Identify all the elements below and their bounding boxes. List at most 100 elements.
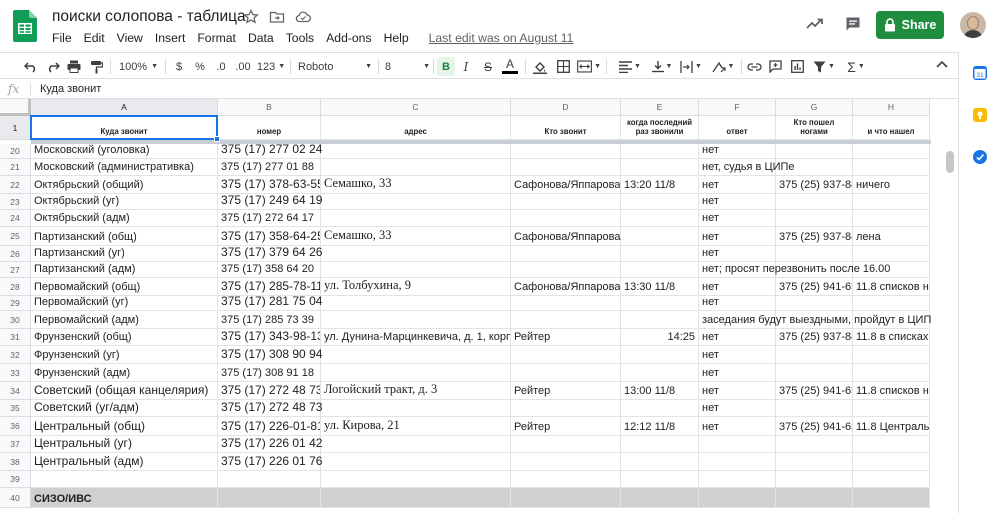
row-header[interactable]: 1	[0, 116, 31, 140]
row-header[interactable]: 37	[0, 436, 31, 453]
last-edit-link[interactable]: Last edit was on August 11	[429, 31, 574, 45]
table-cell[interactable]: ул. Дунина-Марцинкевича, д. 1, корп. 2	[321, 329, 511, 346]
table-cell[interactable]	[621, 364, 699, 382]
table-cell[interactable]: Партизанский (адм)	[31, 262, 218, 278]
table-cell[interactable]: 375 (25) 937-84-82	[776, 227, 853, 246]
table-cell[interactable]: Октябрьский (уг)	[31, 194, 218, 210]
formula-input[interactable]: Куда звонит	[40, 83, 101, 95]
table-cell[interactable]	[321, 436, 511, 453]
table-cell[interactable]	[699, 453, 776, 471]
table-cell[interactable]	[511, 262, 621, 278]
table-cell[interactable]: ничего	[853, 176, 930, 194]
menu-file[interactable]: File	[52, 31, 78, 45]
table-cell[interactable]	[776, 194, 853, 210]
row-header[interactable]: 31	[0, 329, 31, 346]
table-cell[interactable]	[621, 488, 699, 508]
table-cell[interactable]: Фрунзенский (адм)	[31, 364, 218, 382]
table-cell[interactable]: нет	[699, 144, 776, 159]
table-cell[interactable]	[511, 488, 621, 508]
percent-format-button[interactable]: %	[193, 57, 207, 76]
horizontal-align-icon[interactable]: ▼	[617, 57, 643, 76]
table-cell[interactable]: нет	[699, 176, 776, 194]
table-cell[interactable]: Семашко, 33	[321, 176, 511, 194]
table-cell[interactable]: нет, судья в ЦИПе	[699, 159, 795, 176]
select-all-corner[interactable]	[0, 99, 31, 116]
table-cell[interactable]	[699, 436, 776, 453]
row-header[interactable]: 34	[0, 382, 31, 400]
row-header[interactable]: 21	[0, 159, 31, 176]
table-cell[interactable]	[621, 210, 699, 227]
table-cell[interactable]: нет; просят перезвонить после 16.00	[699, 262, 890, 278]
header-cell[interactable]: и что нашел	[853, 116, 930, 140]
section-heading[interactable]: СИЗО/ИВС	[31, 488, 218, 508]
table-cell[interactable]	[853, 488, 930, 508]
header-cell[interactable]: Куда звонит	[31, 116, 218, 140]
table-cell[interactable]: 375 (25) 937-84-	[776, 329, 853, 346]
table-cell[interactable]: нет	[699, 400, 776, 417]
currency-format-button[interactable]: $	[172, 57, 186, 76]
table-cell[interactable]: Центральный (адм)	[31, 453, 218, 471]
table-cell[interactable]: Московский (уголовка)	[31, 144, 218, 159]
insert-link-icon[interactable]	[746, 57, 762, 76]
text-color-button[interactable]: A	[502, 57, 518, 74]
table-cell[interactable]	[511, 210, 621, 227]
menu-data[interactable]: Data	[248, 31, 280, 45]
table-cell[interactable]: Фрунзенский (уг)	[31, 346, 218, 364]
column-header-d[interactable]: D	[511, 99, 621, 116]
row-header[interactable]: 22	[0, 176, 31, 194]
table-cell[interactable]	[853, 364, 930, 382]
table-cell[interactable]: 375 (17) 285 73 39	[218, 311, 321, 329]
table-cell[interactable]	[321, 453, 511, 471]
table-cell[interactable]	[621, 346, 699, 364]
table-cell[interactable]: Советский (общая канцелярия)	[31, 382, 218, 400]
table-cell[interactable]: Рейтер	[511, 417, 621, 436]
table-cell[interactable]: Октябрьский (общий)	[31, 176, 218, 194]
table-cell[interactable]	[321, 346, 511, 364]
table-cell[interactable]	[511, 194, 621, 210]
header-cell[interactable]: номер	[218, 116, 321, 140]
table-cell[interactable]	[853, 159, 930, 176]
table-cell[interactable]	[621, 311, 699, 329]
share-button[interactable]: Share	[876, 11, 944, 39]
insert-chart-icon[interactable]	[789, 57, 805, 76]
row-header[interactable]: 27	[0, 262, 31, 278]
table-cell[interactable]	[621, 194, 699, 210]
table-cell[interactable]	[321, 210, 511, 227]
table-cell[interactable]	[321, 262, 511, 278]
table-cell[interactable]	[321, 159, 511, 176]
table-cell[interactable]: 375 (17) 226-01-81	[218, 417, 321, 436]
table-cell[interactable]: 14:25	[621, 329, 699, 346]
row-header[interactable]: 39	[0, 471, 31, 488]
table-cell[interactable]: нет	[699, 194, 776, 210]
table-cell[interactable]: нет	[699, 296, 776, 311]
table-cell[interactable]: нет	[699, 382, 776, 400]
table-cell[interactable]	[31, 471, 218, 488]
table-cell[interactable]	[321, 246, 511, 262]
table-cell[interactable]	[621, 246, 699, 262]
table-cell[interactable]	[853, 400, 930, 417]
table-cell[interactable]: 375 (25) 941-65-	[776, 382, 853, 400]
text-wrap-icon[interactable]: ▼	[679, 57, 703, 76]
table-cell[interactable]: 375 (17) 277 01 88	[218, 159, 321, 176]
table-cell[interactable]: 375 (17) 343-98-13	[218, 329, 321, 346]
table-cell[interactable]	[621, 159, 699, 176]
row-header[interactable]: 32	[0, 346, 31, 364]
header-cell[interactable]: адрес	[321, 116, 511, 140]
menu-tools[interactable]: Tools	[286, 31, 320, 45]
bold-button[interactable]: B	[437, 57, 455, 76]
keep-icon[interactable]	[973, 108, 987, 122]
header-cell[interactable]: Кто звонит	[511, 116, 621, 140]
table-cell[interactable]: 11.8 списков нет и н	[853, 382, 930, 400]
table-cell[interactable]: 375 (17) 272 48 73	[218, 400, 322, 417]
borders-icon[interactable]	[555, 57, 571, 76]
column-header-c[interactable]: C	[321, 99, 511, 116]
comments-icon[interactable]	[845, 16, 861, 37]
table-cell[interactable]: 375 (25) 937-84-	[776, 176, 853, 194]
table-cell[interactable]	[853, 194, 930, 210]
table-cell[interactable]: Первомайский (общ)	[31, 278, 218, 296]
table-cell[interactable]: лена	[853, 227, 930, 246]
table-cell[interactable]: 375 (17) 308 90 94	[218, 346, 322, 364]
table-cell[interactable]	[776, 246, 853, 262]
table-cell[interactable]	[321, 471, 511, 488]
column-header-g[interactable]: G	[776, 99, 853, 116]
